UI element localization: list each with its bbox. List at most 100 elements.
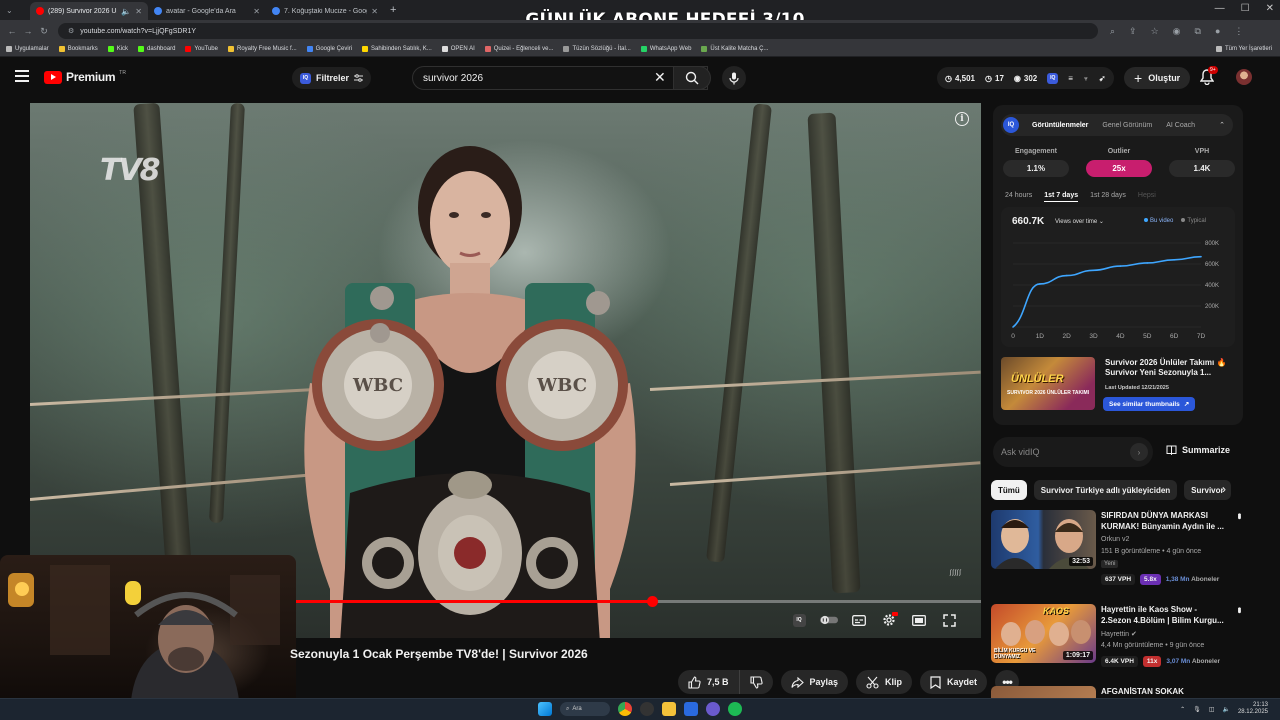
- period-28d[interactable]: 1st 28 days: [1090, 192, 1126, 202]
- network-icon[interactable]: ◫: [1209, 706, 1215, 713]
- rec-channel[interactable]: Orkun v2: [1101, 536, 1129, 543]
- bookmark-item[interactable]: Royalty Free Music f...: [227, 46, 297, 52]
- clip-button[interactable]: Klip: [856, 670, 913, 694]
- vidiq-player-button[interactable]: IQ: [790, 611, 808, 629]
- file-explorer-icon[interactable]: [662, 702, 676, 716]
- bookmark-item[interactable]: Üst Kalite Matcha Ç...: [701, 46, 768, 52]
- voice-search-button[interactable]: [722, 66, 746, 90]
- tab-ai-coach[interactable]: AI Coach: [1159, 122, 1202, 129]
- bookmark-item[interactable]: Uygulamalar: [6, 46, 49, 52]
- plus-icon: +: [1134, 70, 1143, 86]
- bookmark-item[interactable]: Sahibinden Satılık, K...: [362, 46, 432, 52]
- tab-overview[interactable]: Genel Görünüm: [1095, 122, 1159, 129]
- rec-title[interactable]: AFGANİSTAN SOKAK: [1101, 686, 1229, 697]
- chip-all[interactable]: Tümü: [991, 480, 1027, 500]
- period-7d[interactable]: 1st 7 days: [1044, 192, 1079, 202]
- list-item[interactable]: 32:53 SIFIRDAN DÜNYA MARKASI KURMAK! Bün…: [991, 510, 1244, 590]
- clear-search-icon[interactable]: ✕: [654, 69, 666, 86]
- taskbar-search[interactable]: ⌕ Ara: [560, 702, 610, 716]
- chip-from-uploader[interactable]: Survivor Türkiye adlı yükleyiciden: [1033, 480, 1178, 500]
- trophy-icon[interactable]: ♆: [1083, 74, 1089, 83]
- back-icon[interactable]: ←: [4, 26, 20, 36]
- video-thumbnail[interactable]: [991, 686, 1096, 698]
- video-thumbnail[interactable]: ÜNLÜLER SURVIVOR 2026 ÜNLÜLER TAKIMI: [1001, 357, 1095, 410]
- autoplay-toggle[interactable]: [820, 611, 838, 629]
- bookmark-item[interactable]: YouTube: [185, 46, 218, 52]
- video-thumbnail[interactable]: 32:53: [991, 510, 1096, 569]
- more-vertical-icon[interactable]: •••: [1233, 607, 1244, 612]
- bookmark-item[interactable]: Bookmarks: [58, 46, 98, 52]
- channel-stats[interactable]: ◷ 4,501 ◷ 17 ◉ 302 IQ ≡ ♆ ➹: [937, 67, 1114, 89]
- spotify-icon[interactable]: [728, 702, 742, 716]
- all-bookmarks[interactable]: Tüm Yer İşaretleri: [1215, 46, 1272, 52]
- period-24h[interactable]: 24 hours: [1005, 192, 1032, 202]
- period-selector: 24 hours 1st 7 days 1st 28 days Hepsi: [1005, 192, 1156, 202]
- bookmark-item[interactable]: Kick: [107, 46, 128, 52]
- rec-title[interactable]: Hayrettin ile Kaos Show - 2.Sezon 4.Bölü…: [1101, 604, 1229, 626]
- chrome-menu-icon[interactable]: ⋮: [1234, 26, 1243, 37]
- rec-title[interactable]: SIFIRDAN DÜNYA MARKASI KURMAK! Bünyamin …: [1101, 510, 1229, 532]
- mic-tray-icon[interactable]: 🎙: [1193, 706, 1201, 713]
- save-button[interactable]: Kaydet: [920, 670, 988, 694]
- list-icon[interactable]: ≡: [1068, 74, 1073, 83]
- site-info-icon[interactable]: ⚙: [68, 27, 74, 35]
- settings-button[interactable]: [880, 611, 898, 629]
- summarize-button[interactable]: Summarize: [1166, 445, 1230, 455]
- miniplayer-button[interactable]: [910, 611, 928, 629]
- zoom-icon[interactable]: ⌕: [1110, 26, 1115, 37]
- arrow-right-icon: ›: [1137, 447, 1141, 457]
- video-thumbnail[interactable]: KAOS BİLİM KURGU VE DÜNYAMIZ 1:09:17: [991, 604, 1096, 663]
- data-point: [1173, 259, 1175, 261]
- volume-icon[interactable]: 🔈: [1222, 706, 1229, 713]
- extension-icon[interactable]: ◉: [1173, 26, 1181, 37]
- profile-icon[interactable]: ●: [1215, 26, 1220, 37]
- windows-start-icon[interactable]: [538, 702, 552, 716]
- search-button[interactable]: [673, 66, 711, 90]
- collapse-chevron-icon[interactable]: ⌃: [1219, 121, 1225, 129]
- period-all[interactable]: Hepsi: [1138, 192, 1156, 202]
- forward-icon[interactable]: →: [20, 26, 36, 36]
- reload-icon[interactable]: ↻: [36, 26, 52, 37]
- list-item[interactable]: AFGANİSTAN SOKAK: [991, 686, 1241, 698]
- bookmark-item[interactable]: Google Çeviri: [306, 46, 352, 52]
- create-button[interactable]: + Oluştur: [1124, 67, 1191, 89]
- obs-icon[interactable]: [640, 702, 654, 716]
- rec-channel[interactable]: Hayrettin ✔: [1101, 630, 1137, 638]
- subtitles-button[interactable]: [850, 611, 868, 629]
- vidiq-icon[interactable]: IQ: [1047, 72, 1059, 84]
- clock[interactable]: 21:13 28.12.2025: [1238, 702, 1268, 716]
- dislike-button[interactable]: [738, 670, 773, 694]
- like-button[interactable]: 7,5 B: [678, 670, 739, 694]
- ask-send-button[interactable]: ›: [1130, 443, 1148, 461]
- see-similar-thumbnails-button[interactable]: See similar thumbnails ↗: [1103, 397, 1196, 411]
- bookmark-item[interactable]: dashboard: [138, 46, 175, 52]
- chrome-icon[interactable]: [618, 702, 632, 716]
- account-avatar[interactable]: [1236, 69, 1252, 85]
- subtitles-icon: [852, 614, 866, 626]
- bookmark-item[interactable]: WhatsApp Web: [640, 46, 691, 52]
- tray-chevron-icon[interactable]: ⌃: [1180, 706, 1185, 713]
- chevron-right-icon[interactable]: ›: [1222, 482, 1226, 496]
- progress-bar[interactable]: [296, 596, 981, 607]
- fullscreen-button[interactable]: [940, 611, 958, 629]
- bookmark-star-icon[interactable]: ☆: [1151, 26, 1159, 37]
- bookmark-item[interactable]: Tüzün Sözlüğü - İtal...: [563, 46, 631, 52]
- hamburger-menu-icon[interactable]: [15, 70, 29, 82]
- discord-icon[interactable]: [706, 702, 720, 716]
- share-button[interactable]: Paylaş: [780, 670, 849, 694]
- app-icon[interactable]: [684, 702, 698, 716]
- more-vertical-icon[interactable]: •••: [1233, 513, 1244, 518]
- share-icon[interactable]: ⇪: [1129, 26, 1137, 37]
- ask-vidiq-input[interactable]: Ask vidIQ: [993, 437, 1153, 467]
- list-item[interactable]: KAOS BİLİM KURGU VE DÜNYAMIZ 1:09:17 Hay…: [991, 604, 1244, 684]
- scissors-icon: [866, 676, 879, 689]
- url-field[interactable]: ⚙ youtube.com/watch?v=LjjQFgSDR1Y: [58, 23, 1098, 39]
- puzzle-icon[interactable]: ⧉: [1195, 26, 1201, 37]
- youtube-premium-logo[interactable]: Premium TR: [44, 70, 126, 84]
- rocket-icon[interactable]: ➹: [1099, 74, 1106, 83]
- tab-views[interactable]: Görüntülenmeler: [1025, 122, 1095, 129]
- filters-button[interactable]: IQ Filtreler: [292, 67, 372, 89]
- bookmark-item[interactable]: OPEN AI: [441, 46, 475, 52]
- bookmark-item[interactable]: Quizei - Eğlenceli ve...: [484, 46, 553, 52]
- info-icon[interactable]: i: [955, 112, 969, 126]
